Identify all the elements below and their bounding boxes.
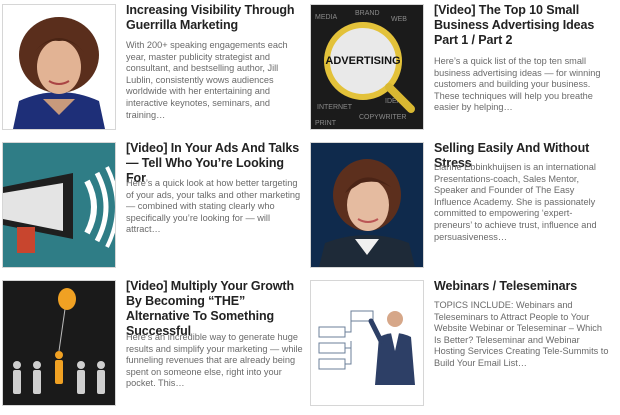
post-excerpt: Lianne Ebbinkhuijsen is an international… xyxy=(434,162,597,242)
businessman-diagram-icon xyxy=(311,281,423,405)
woman-portrait-icon xyxy=(311,143,423,267)
post-title[interactable]: Webinars / Teleseminars xyxy=(434,279,610,294)
post-thumbnail[interactable]: MEDIA BRAND WEB INTERNET COPYWRITER IDEA PRI… xyxy=(310,4,424,130)
post-excerpt: Here’s a quick list of the top ten small… xyxy=(434,56,601,113)
svg-text:COPYWRITER: COPYWRITER xyxy=(359,114,406,121)
svg-text:MEDIA: MEDIA xyxy=(315,14,338,21)
post-card[interactable]: Webinars / Teleseminars TOPICS INCLUDE: … xyxy=(308,278,614,408)
post-excerpt: Here’s a quick look at how better target… xyxy=(126,178,301,235)
post-excerpt: TOPICS INCLUDE: Webinars and Teleseminar… xyxy=(434,300,609,368)
post-title[interactable]: [Video] The Top 10 Small Business Advert… xyxy=(434,3,610,48)
svg-text:WEB: WEB xyxy=(391,16,407,23)
post-thumbnail[interactable] xyxy=(310,142,424,268)
post-title[interactable]: Increasing Visibility Through Guerrilla … xyxy=(126,3,304,33)
svg-text:PRINT: PRINT xyxy=(315,120,337,127)
post-thumbnail[interactable] xyxy=(2,142,116,268)
advertising-label: ADVERTISING xyxy=(325,55,400,67)
post-card[interactable]: Increasing Visibility Through Guerrilla … xyxy=(0,2,306,132)
svg-text:BRAND: BRAND xyxy=(355,10,380,17)
magnifier-advertising-icon: MEDIABRANDWEB INTERNETCOPYWRITER IDEAPRI… xyxy=(311,5,423,129)
post-card[interactable]: Selling Easily And Without Stress Lianne… xyxy=(308,140,614,270)
post-excerpt: With 200+ speaking engagements each year… xyxy=(126,40,288,120)
post-thumbnail[interactable] xyxy=(2,280,116,406)
post-card[interactable]: [Video] In Your Ads And Talks — Tell Who… xyxy=(0,140,306,270)
post-thumbnail[interactable] xyxy=(2,4,116,130)
megaphone-icon xyxy=(3,143,115,267)
post-card[interactable]: MEDIA BRAND WEB INTERNET COPYWRITER IDEA PRI… xyxy=(308,2,614,132)
post-excerpt: Here’s an incredible way to generate hug… xyxy=(126,332,303,389)
woman-portrait-icon xyxy=(3,5,115,129)
post-card[interactable]: [Video] Multiply Your Growth By Becoming… xyxy=(0,278,306,408)
svg-text:INTERNET: INTERNET xyxy=(317,104,353,111)
post-thumbnail[interactable] xyxy=(310,280,424,406)
post-title[interactable]: [Video] Multiply Your Growth By Becoming… xyxy=(126,279,304,339)
balloon-people-icon xyxy=(3,281,115,405)
